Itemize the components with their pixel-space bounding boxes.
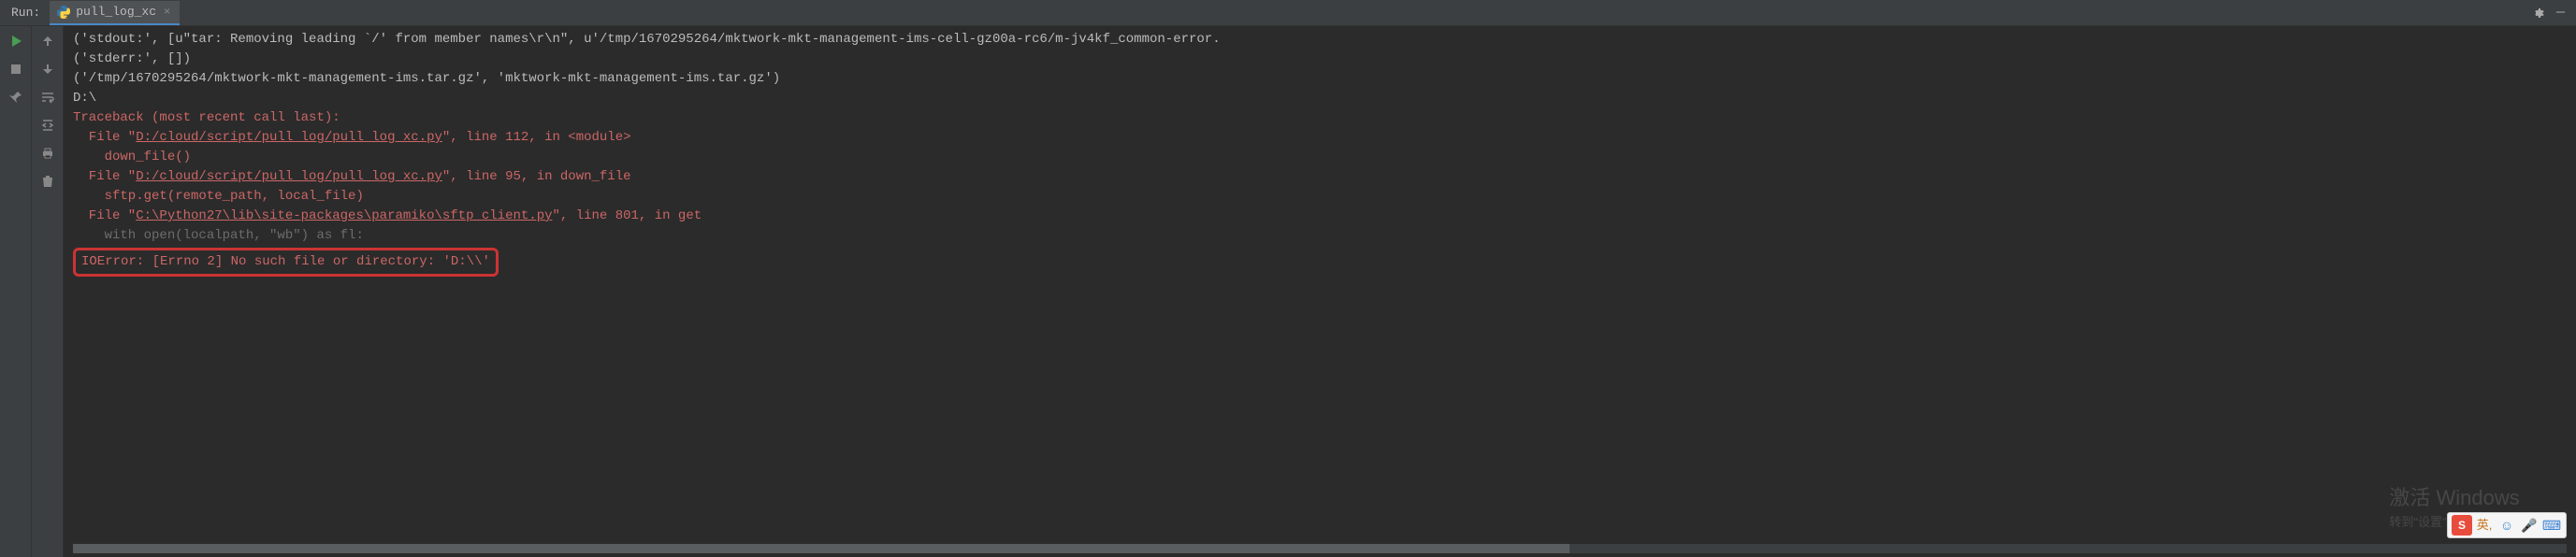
error-highlight: IOError: [Errno 2] No such file or direc… (73, 248, 499, 277)
toolbar-left-2 (32, 26, 64, 557)
rerun-icon[interactable] (7, 32, 25, 50)
python-icon (57, 6, 70, 19)
down-icon[interactable] (38, 60, 57, 79)
gear-icon[interactable] (2530, 6, 2545, 21)
up-icon[interactable] (38, 32, 57, 50)
keyboard-icon[interactable]: ⌨ (2541, 515, 2562, 536)
file-link[interactable]: D:/cloud/script/pull_log/pull_log_xc.py (136, 130, 442, 145)
hide-icon[interactable]: — (2554, 5, 2567, 21)
print-icon[interactable] (38, 144, 57, 163)
ime-lang[interactable]: 英, (2474, 515, 2495, 536)
console-output[interactable]: ('stdout:', [u"tar: Removing leading `/'… (64, 26, 2576, 557)
traceback-code: down_file() (73, 148, 2567, 167)
traceback-code: with open(localpath, "wb") as fl: (73, 226, 2567, 246)
traceback-frame: File "C:\Python27\lib\site-packages\para… (73, 207, 2567, 226)
scroll-icon[interactable] (38, 116, 57, 135)
stop-icon[interactable] (7, 60, 25, 79)
error-line: IOError: [Errno 2] No such file or direc… (73, 246, 2567, 277)
smile-icon[interactable]: ☺ (2496, 515, 2517, 536)
main-row: ('stdout:', [u"tar: Removing leading `/'… (0, 26, 2576, 557)
close-icon[interactable]: × (162, 6, 172, 19)
output-line: ('/tmp/1670295264/mktwork-mkt-management… (73, 69, 2567, 89)
run-tab[interactable]: pull_log_xc × (50, 1, 180, 25)
output-line: ('stdout:', [u"tar: Removing leading `/'… (73, 30, 2567, 50)
tab-name: pull_log_xc (76, 5, 156, 19)
ime-toolbar[interactable]: S 英, ☺ 🎤 ⌨ (2447, 512, 2567, 538)
run-label: Run: (4, 6, 50, 20)
watermark-title: 激活 Windows (2389, 482, 2548, 513)
tab-bar: Run: pull_log_xc × — (0, 0, 2576, 26)
scrollbar-thumb[interactable] (73, 544, 1570, 553)
traceback-code: sftp.get(remote_path, local_file) (73, 187, 2567, 207)
trash-icon[interactable] (38, 172, 57, 191)
traceback-frame: File "D:/cloud/script/pull_log/pull_log_… (73, 167, 2567, 187)
horizontal-scrollbar[interactable] (73, 544, 2567, 553)
output-line: D:\ (73, 89, 2567, 108)
traceback-frame: File "D:/cloud/script/pull_log/pull_log_… (73, 128, 2567, 148)
sogou-icon[interactable]: S (2452, 515, 2472, 536)
output-line: ('stderr:', []) (73, 50, 2567, 69)
wrap-icon[interactable] (38, 88, 57, 107)
file-link[interactable]: C:\Python27\lib\site-packages\paramiko\s… (136, 208, 552, 223)
toolbar-left-1 (0, 26, 32, 557)
file-link[interactable]: D:/cloud/script/pull_log/pull_log_xc.py (136, 169, 442, 184)
pin-icon[interactable] (7, 88, 25, 107)
mic-icon[interactable]: 🎤 (2519, 515, 2540, 536)
traceback-header: Traceback (most recent call last): (73, 108, 2567, 128)
